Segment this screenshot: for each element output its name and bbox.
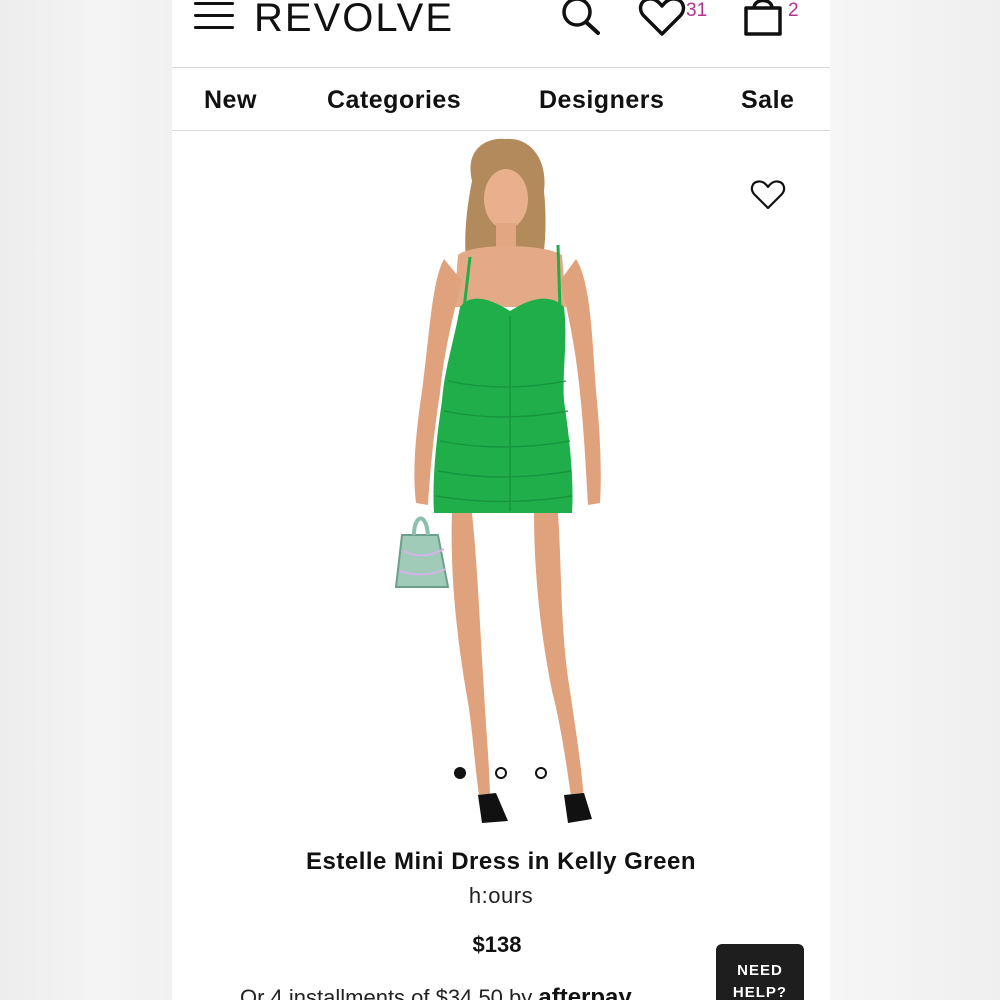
need-help-line2: HELP?: [732, 984, 788, 1000]
carousel-dot-3[interactable]: [535, 767, 547, 779]
installments-text: Or 4 installments of $34.50 by afterpay: [240, 984, 632, 1000]
favorite-heart-icon[interactable]: [750, 179, 786, 211]
logo[interactable]: REVOLVE: [254, 0, 454, 42]
product-name: Estelle Mini Dress in Kelly Green: [306, 848, 696, 875]
model-photo: [394, 138, 601, 823]
need-help-line1: NEED: [737, 962, 783, 979]
nav-item-designers[interactable]: Designers: [539, 86, 664, 115]
bag-count: 2: [788, 0, 799, 21]
nav-item-categories[interactable]: Categories: [327, 86, 461, 115]
header: REVOLVE 31 2: [172, 0, 830, 66]
image-carousel-dots: [172, 767, 830, 783]
need-help-button[interactable]: NEED HELP?: [716, 944, 804, 1000]
background-right: [830, 0, 1000, 1000]
category-nav: New Categories Designers Sale: [172, 67, 830, 131]
search-icon[interactable]: [558, 0, 604, 38]
installments-prefix: Or 4 installments of $34.50 by: [240, 985, 539, 1000]
carousel-dot-1[interactable]: [454, 767, 466, 779]
wishlist-heart-icon[interactable]: [638, 0, 686, 38]
nav-item-sale[interactable]: Sale: [741, 86, 794, 115]
wishlist-count: 31: [686, 0, 708, 21]
dress: [433, 298, 573, 513]
carousel-dot-2[interactable]: [495, 767, 507, 779]
background-left: [0, 0, 172, 1000]
nav-item-new[interactable]: New: [204, 86, 257, 115]
product-image[interactable]: [172, 131, 830, 836]
menu-icon[interactable]: [192, 0, 236, 34]
mobile-screen: REVOLVE 31 2 New Categories Designers Sa…: [172, 0, 830, 1000]
product-brand[interactable]: h:ours: [172, 883, 830, 909]
afterpay-logo[interactable]: afterpay: [538, 984, 631, 1000]
shopping-bag-icon[interactable]: [740, 0, 786, 38]
